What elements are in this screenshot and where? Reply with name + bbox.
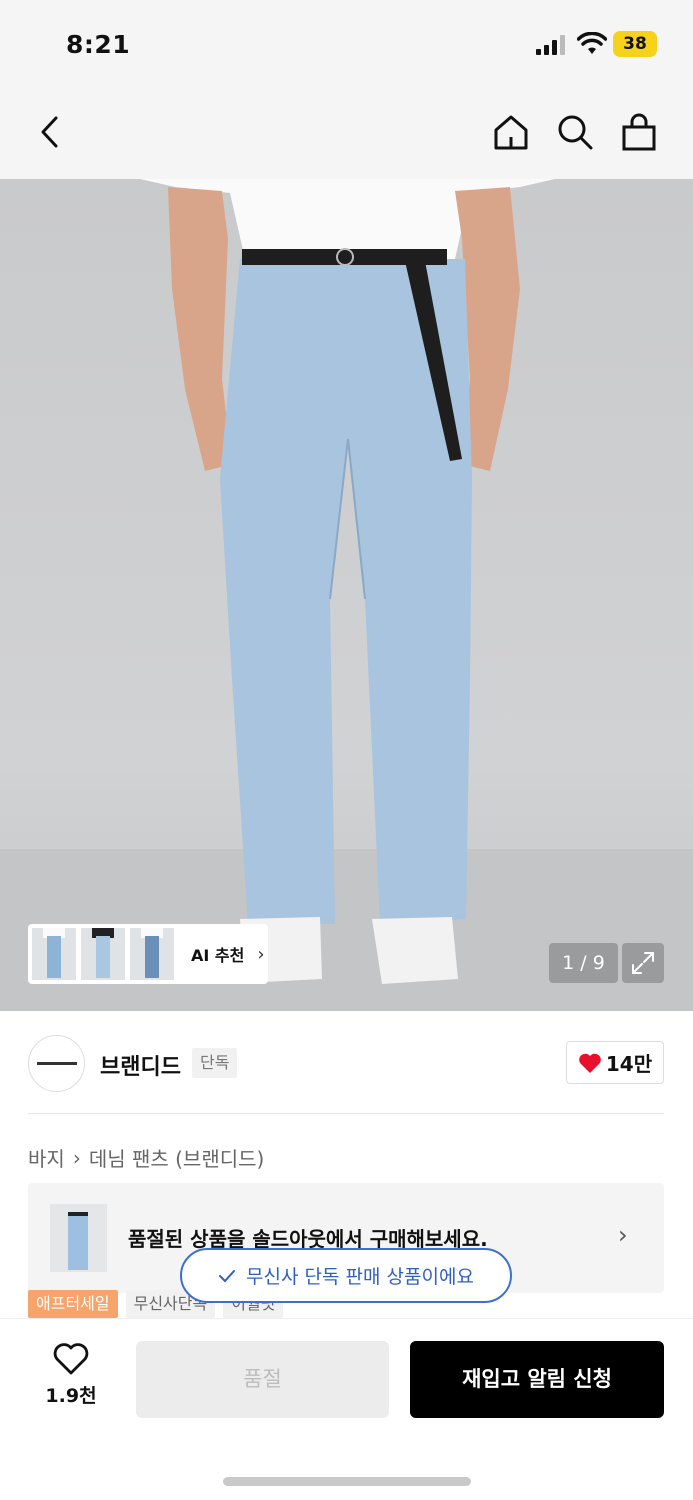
chevron-right-icon: ›: [257, 943, 265, 965]
expand-icon[interactable]: [622, 943, 664, 983]
wishlist-count: 1.9천: [45, 1385, 97, 1407]
cart-icon[interactable]: [617, 110, 661, 154]
ai-recommend-label: AI 추천: [191, 946, 245, 965]
brand-logo[interactable]: [28, 1035, 85, 1092]
breadcrumb: 바지 › 데님 팬츠 (브랜디드): [28, 1143, 264, 1172]
bottom-action-bar: 1.9천 품절 재입고 알림 신청: [0, 1318, 693, 1500]
check-icon: [219, 1269, 236, 1282]
status-bar: 8:21 38: [0, 0, 693, 90]
chevron-right-icon: ›: [618, 1221, 628, 1249]
exclusive-toast: 무신사 단독 판매 상품이에요: [180, 1248, 512, 1303]
home-icon[interactable]: [489, 110, 533, 154]
home-indicator: [223, 1477, 471, 1486]
banner-product-thumbnail: [50, 1204, 107, 1272]
wifi-icon: [577, 32, 607, 54]
heart-outline-icon: [53, 1343, 89, 1375]
brand-like-button[interactable]: 14만: [566, 1041, 664, 1084]
brand-like-count: 14만: [605, 1052, 653, 1076]
restock-alert-button[interactable]: 재입고 알림 신청: [410, 1341, 664, 1418]
status-time: 8:21: [66, 30, 131, 59]
signal-icon: [536, 35, 565, 55]
brand-name[interactable]: 브랜디드: [100, 1049, 181, 1081]
ai-recommend-strip[interactable]: AI 추천 ›: [28, 924, 268, 984]
soldout-button: 품절: [136, 1341, 389, 1418]
battery-indicator: 38: [613, 31, 657, 57]
search-icon[interactable]: [553, 110, 597, 154]
product-photo: [0, 179, 693, 1011]
toast-text: 무신사 단독 판매 상품이에요: [246, 1266, 474, 1288]
exclusive-badge: 단독: [192, 1048, 238, 1078]
back-icon[interactable]: [28, 110, 72, 154]
recommend-thumbnail[interactable]: [32, 928, 76, 980]
product-image-gallery[interactable]: AI 추천 › 1 / 9: [0, 179, 693, 1011]
wishlist-button[interactable]: 1.9천: [30, 1343, 112, 1413]
image-page-indicator: 1 / 9: [549, 943, 618, 983]
divider: [28, 1113, 664, 1114]
recommend-thumbnail[interactable]: [81, 928, 125, 980]
breadcrumb-category[interactable]: 바지: [28, 1143, 65, 1172]
top-nav: [0, 90, 693, 179]
brand-row: 브랜디드 단독 14만: [0, 1011, 693, 1114]
heart-filled-icon: [579, 1053, 601, 1073]
breadcrumb-subcategory[interactable]: 데님 팬츠 (브랜디드): [89, 1143, 265, 1172]
tag-after-sale[interactable]: 애프터세일: [28, 1290, 118, 1318]
recommend-thumbnail[interactable]: [130, 928, 174, 980]
chevron-right-icon: ›: [72, 1145, 81, 1170]
